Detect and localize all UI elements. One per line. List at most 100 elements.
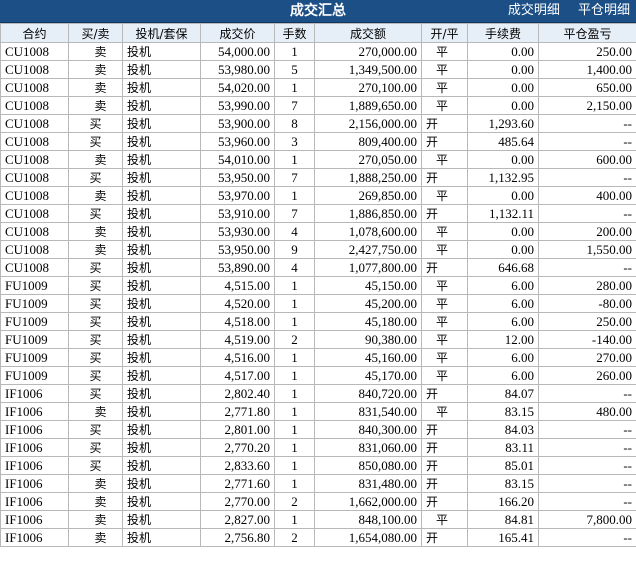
hedge-cell: 投机: [122, 150, 201, 169]
col-header-contract[interactable]: 合约: [0, 23, 69, 43]
price-cell: 53,910.00: [200, 204, 275, 223]
col-header-hedge[interactable]: 投机/套保: [122, 23, 201, 43]
col-header-pnl[interactable]: 平仓盈亏: [538, 23, 636, 43]
col-header-fee[interactable]: 手续费: [467, 23, 539, 43]
table-row[interactable]: FU1009 买投机 4,519.00 2 90,380.00 平 12.00 -140.00: [0, 330, 636, 349]
price-cell: 54,000.00: [200, 42, 275, 61]
fee-cell: 6.00: [467, 294, 539, 313]
amount-cell: 1,662,000.00: [314, 492, 422, 511]
table-row[interactable]: CU1008 卖投机 53,990.00 7 1,889,650.00 平 0.00 2,15…: [0, 96, 636, 115]
side-cell: 买: [68, 276, 123, 295]
table-row[interactable]: CU1008 买投机 53,890.00 4 1,077,800.00 开 646.68 --: [0, 258, 636, 277]
amount-cell: 270,000.00: [314, 42, 422, 61]
hedge-cell: 投机: [122, 78, 201, 97]
contract-cell: IF1006: [0, 402, 69, 421]
table-row[interactable]: CU1008 卖投机 53,970.00 1 269,850.00 平 0.00 400.00: [0, 186, 636, 205]
hedge-cell: 投机: [122, 348, 201, 367]
table-row[interactable]: CU1008 卖投机 53,950.00 9 2,427,750.00 平 0.00 1,55…: [0, 240, 636, 259]
hedge-cell: 投机: [122, 186, 201, 205]
qty-cell: 1: [274, 150, 315, 169]
open-close-cell: 开: [421, 456, 468, 475]
pnl-cell: 2,150.00: [538, 96, 636, 115]
table-row[interactable]: CU1008 卖投机 53,980.00 5 1,349,500.00 平 0.00 1,40…: [0, 60, 636, 79]
price-cell: 53,900.00: [200, 114, 275, 133]
table-row[interactable]: FU1009 买投机 4,518.00 1 45,180.00 平 6.00 250.00: [0, 312, 636, 331]
pnl-cell: 200.00: [538, 222, 636, 241]
close-detail-link[interactable]: 平仓明细: [578, 3, 630, 18]
open-close-cell: 开: [421, 168, 468, 187]
hedge-cell: 投机: [122, 222, 201, 241]
contract-cell: CU1008: [0, 240, 69, 259]
side-cell: 买: [68, 114, 123, 133]
table-row[interactable]: CU1008 卖投机 54,010.00 1 270,050.00 平 0.00 600.00: [0, 150, 636, 169]
contract-cell: CU1008: [0, 42, 69, 61]
contract-cell: CU1008: [0, 60, 69, 79]
hedge-cell: 投机: [122, 276, 201, 295]
price-cell: 53,950.00: [200, 168, 275, 187]
pnl-cell: --: [538, 384, 636, 403]
table-row[interactable]: FU1009 买投机 4,517.00 1 45,170.00 平 6.00 260.00: [0, 366, 636, 385]
price-cell: 53,960.00: [200, 132, 275, 151]
table-row[interactable]: FU1009 买投机 4,515.00 1 45,150.00 平 6.00 280.00: [0, 276, 636, 295]
fee-cell: 1,132.95: [467, 168, 539, 187]
hedge-cell: 投机: [122, 204, 201, 223]
open-close-cell: 开: [421, 492, 468, 511]
col-header-qty[interactable]: 手数: [274, 23, 315, 43]
price-cell: 2,770.20: [200, 438, 275, 457]
table-row[interactable]: IF1006 卖投机 2,770.00 2 1,662,000.00 开 166.20 --: [0, 492, 636, 511]
hedge-cell: 投机: [122, 456, 201, 475]
price-cell: 4,516.00: [200, 348, 275, 367]
col-header-price[interactable]: 成交价: [200, 23, 275, 43]
amount-cell: 809,400.00: [314, 132, 422, 151]
table-row[interactable]: CU1008 卖投机 54,020.00 1 270,100.00 平 0.00 650.00: [0, 78, 636, 97]
table-row[interactable]: IF1006 买投机 2,833.60 1 850,080.00 开 85.01 --: [0, 456, 636, 475]
qty-cell: 4: [274, 222, 315, 241]
price-cell: 4,518.00: [200, 312, 275, 331]
price-cell: 53,980.00: [200, 60, 275, 79]
open-close-cell: 平: [421, 276, 468, 295]
amount-cell: 1,654,080.00: [314, 528, 422, 547]
amount-cell: 90,380.00: [314, 330, 422, 349]
contract-cell: IF1006: [0, 528, 69, 547]
amount-cell: 840,300.00: [314, 420, 422, 439]
table-row[interactable]: CU1008 卖投机 53,930.00 4 1,078,600.00 平 0.00 200.…: [0, 222, 636, 241]
table-row[interactable]: CU1008 卖投机 54,000.00 1 270,000.00 平 0.00 250.00: [0, 42, 636, 61]
trade-summary-table: 合约 买/卖 投机/套保 成交价 手数 成交额 开/平 手续费 平仓盈亏 CU1…: [0, 23, 636, 547]
col-header-side[interactable]: 买/卖: [68, 23, 123, 43]
hedge-cell: 投机: [122, 42, 201, 61]
pnl-cell: 250.00: [538, 42, 636, 61]
table-row[interactable]: IF1006 买投机 2,802.40 1 840,720.00 开 84.07 --: [0, 384, 636, 403]
pnl-cell: 250.00: [538, 312, 636, 331]
open-close-cell: 平: [421, 78, 468, 97]
amount-cell: 1,078,600.00: [314, 222, 422, 241]
fee-cell: 0.00: [467, 186, 539, 205]
table-row[interactable]: IF1006 买投机 2,801.00 1 840,300.00 开 84.03 --: [0, 420, 636, 439]
table-row[interactable]: CU1008 买投机 53,900.00 8 2,156,000.00 开 1,293.60…: [0, 114, 636, 133]
hedge-cell: 投机: [122, 438, 201, 457]
table-row[interactable]: FU1009 买投机 4,520.00 1 45,200.00 平 6.00 -80.00: [0, 294, 636, 313]
table-row[interactable]: FU1009 买投机 4,516.00 1 45,160.00 平 6.00 270.00: [0, 348, 636, 367]
contract-cell: FU1009: [0, 312, 69, 331]
col-header-open-close[interactable]: 开/平: [421, 23, 468, 43]
qty-cell: 1: [274, 312, 315, 331]
trade-detail-link[interactable]: 成交明细: [508, 3, 560, 18]
contract-cell: IF1006: [0, 384, 69, 403]
table-row[interactable]: IF1006 卖投机 2,771.60 1 831,480.00 开 83.15 --: [0, 474, 636, 493]
pnl-cell: 650.00: [538, 78, 636, 97]
side-cell: 买: [68, 438, 123, 457]
table-row[interactable]: IF1006 卖投机 2,771.80 1 831,540.00 平 83.15 480.00: [0, 402, 636, 421]
contract-cell: CU1008: [0, 132, 69, 151]
fee-cell: 85.01: [467, 456, 539, 475]
table-row[interactable]: CU1008 买投机 53,910.00 7 1,886,850.00 开 1,132.11…: [0, 204, 636, 223]
side-cell: 卖: [68, 474, 123, 493]
table-row[interactable]: IF1006 卖投机 2,827.00 1 848,100.00 平 84.81 7,800.…: [0, 510, 636, 529]
table-row[interactable]: CU1008 买投机 53,960.00 3 809,400.00 开 485.64 --: [0, 132, 636, 151]
table-row[interactable]: CU1008 买投机 53,950.00 7 1,888,250.00 开 1,132.95…: [0, 168, 636, 187]
table-row[interactable]: IF1006 买投机 2,770.20 1 831,060.00 开 83.11 --: [0, 438, 636, 457]
amount-cell: 831,060.00: [314, 438, 422, 457]
col-header-amount[interactable]: 成交额: [314, 23, 422, 43]
qty-cell: 1: [274, 438, 315, 457]
amount-cell: 1,889,650.00: [314, 96, 422, 115]
table-row[interactable]: IF1006 卖投机 2,756.80 2 1,654,080.00 开 165.41 --: [0, 528, 636, 547]
hedge-cell: 投机: [122, 420, 201, 439]
